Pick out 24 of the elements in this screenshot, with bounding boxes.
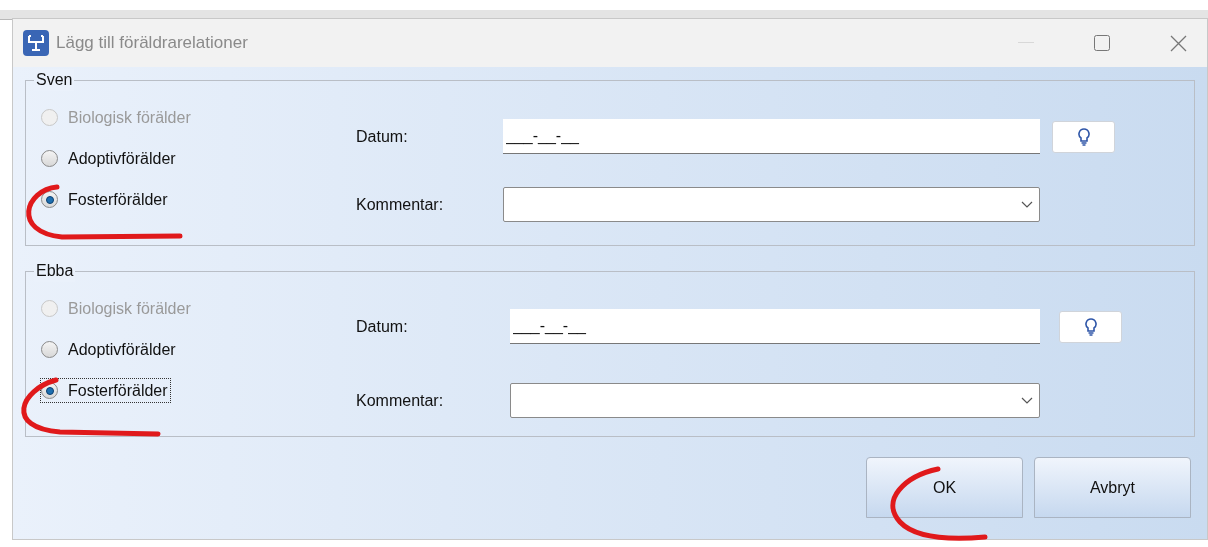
- close-icon[interactable]: [1170, 34, 1187, 52]
- lightbulb-icon: [1077, 127, 1090, 146]
- chevron-down-icon: [1021, 201, 1033, 208]
- field-label: Datum:: [356, 126, 409, 147]
- window-title: Lägg till föräldrarelationer: [56, 32, 248, 55]
- comment-dropdown[interactable]: [503, 187, 1040, 222]
- lightbulb-icon: [1084, 317, 1097, 336]
- comment-dropdown[interactable]: [510, 383, 1040, 418]
- dialog-button[interactable]: Avbryt: [1034, 457, 1191, 518]
- radio-button[interactable]: Fosterförälder: [41, 188, 170, 211]
- lightbulb-button[interactable]: [1059, 310, 1122, 343]
- radio-button[interactable]: Adoptivförälder: [41, 338, 178, 361]
- lightbulb-button[interactable]: [1052, 120, 1115, 153]
- chevron-down-icon: [1021, 397, 1033, 404]
- radio-button[interactable]: Adoptivförälder: [41, 147, 178, 170]
- field-label: Datum:: [356, 316, 409, 337]
- field-label: Kommentar:: [356, 390, 445, 411]
- date-field[interactable]: ___-__-__: [510, 309, 1040, 344]
- radio-button[interactable]: Fosterförälder: [41, 379, 170, 402]
- field-label: Kommentar:: [356, 194, 445, 215]
- maximize-icon[interactable]: [1094, 35, 1110, 51]
- dialog-button[interactable]: OK: [866, 457, 1023, 518]
- date-field[interactable]: ___-__-__: [503, 119, 1040, 154]
- tree-icon: [23, 30, 49, 56]
